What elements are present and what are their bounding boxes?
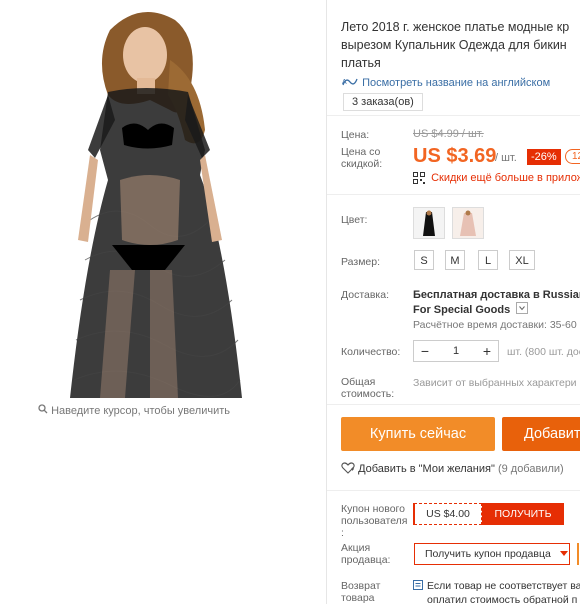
new-user-coupon-value: US $4.00 xyxy=(414,503,482,525)
size-label: Размер: xyxy=(341,256,381,268)
total-label: Общая стоимость: xyxy=(341,376,395,400)
size-option-l[interactable]: L xyxy=(478,250,498,270)
orders-count: 3 заказа(ов) xyxy=(343,93,423,111)
quantity-decrease-button[interactable]: − xyxy=(414,341,436,361)
total-note: Зависит от выбранных характери xyxy=(413,377,577,389)
heart-icon xyxy=(341,462,358,475)
seller-accent xyxy=(577,543,579,565)
magnifier-icon xyxy=(38,404,51,417)
divider xyxy=(327,194,580,195)
buy-now-button[interactable]: Купить сейчас xyxy=(341,417,495,451)
new-user-coupon-label: Купон нового пользователя : xyxy=(341,503,408,539)
caret-down-icon xyxy=(554,548,568,560)
quantity-stepper: − 1 + xyxy=(413,340,499,362)
price-unit: / шт. xyxy=(495,152,517,164)
product-info-panel: Лето 2018 г. женское платье модные кр вы… xyxy=(327,0,580,604)
size-option-s[interactable]: S xyxy=(414,250,434,270)
wishlist-link[interactable]: Добавить в "Мои желания" (9 добавили) xyxy=(341,462,564,475)
color-label: Цвет: xyxy=(341,214,368,226)
shipping-method[interactable]: Бесплатная доставка в Russian F For Spec… xyxy=(413,288,580,317)
color-option-black[interactable] xyxy=(413,207,445,239)
quantity-label: Количество: xyxy=(341,346,401,358)
wishlist-count: (9 добавили) xyxy=(497,463,564,475)
old-price: US $4.99 / шт. xyxy=(413,128,484,140)
shipping-label: Доставка: xyxy=(341,289,390,301)
add-to-cart-button[interactable]: Добавит xyxy=(502,417,580,451)
get-coupon-button[interactable]: ПОЛУЧИТЬ xyxy=(482,503,564,525)
app-promo-link[interactable]: Скидки ещё больше в приложе xyxy=(413,172,580,184)
seller-promo-label: Акция продавца: xyxy=(341,542,391,566)
returns-info: Если товар не соответствует ва оплатил с… xyxy=(413,579,580,604)
returns-label: Возврат товара xyxy=(341,580,381,604)
stock-note: шт. (800 шт. досту xyxy=(507,346,580,358)
svg-text:A: A xyxy=(342,79,347,86)
price-label: Цена: xyxy=(341,129,370,141)
divider xyxy=(327,404,580,405)
chevron-down-icon[interactable] xyxy=(516,302,529,314)
delivery-estimate: Расчётное время доставки: 35-60 xyxy=(413,319,577,331)
current-price: US $3.69 xyxy=(413,145,497,167)
quantity-increase-button[interactable]: + xyxy=(476,341,498,361)
divider xyxy=(327,490,580,491)
size-option-m[interactable]: M xyxy=(445,250,465,270)
discount-price-label: Цена со скидкой: xyxy=(341,146,383,170)
translate-icon: A xyxy=(341,77,362,89)
translate-title-link[interactable]: A Посмотреть название на английском xyxy=(341,76,550,89)
extra-discount-badge[interactable]: 12 xyxy=(565,149,580,164)
info-icon xyxy=(413,580,423,594)
color-option-nude[interactable] xyxy=(452,207,484,239)
qr-code-icon xyxy=(413,172,431,184)
product-title: Лето 2018 г. женское платье модные кр вы… xyxy=(341,20,570,70)
product-main-image[interactable] xyxy=(0,0,326,398)
dress-model-illustration xyxy=(0,0,326,398)
zoom-hint: Наведите курсор, чтобы увеличить xyxy=(38,404,230,417)
seller-coupon-dropdown[interactable]: Получить купон продавца xyxy=(414,543,570,565)
quantity-input[interactable]: 1 xyxy=(436,341,476,361)
discount-badge: -26% xyxy=(527,149,561,165)
size-option-xl[interactable]: XL xyxy=(509,250,535,270)
